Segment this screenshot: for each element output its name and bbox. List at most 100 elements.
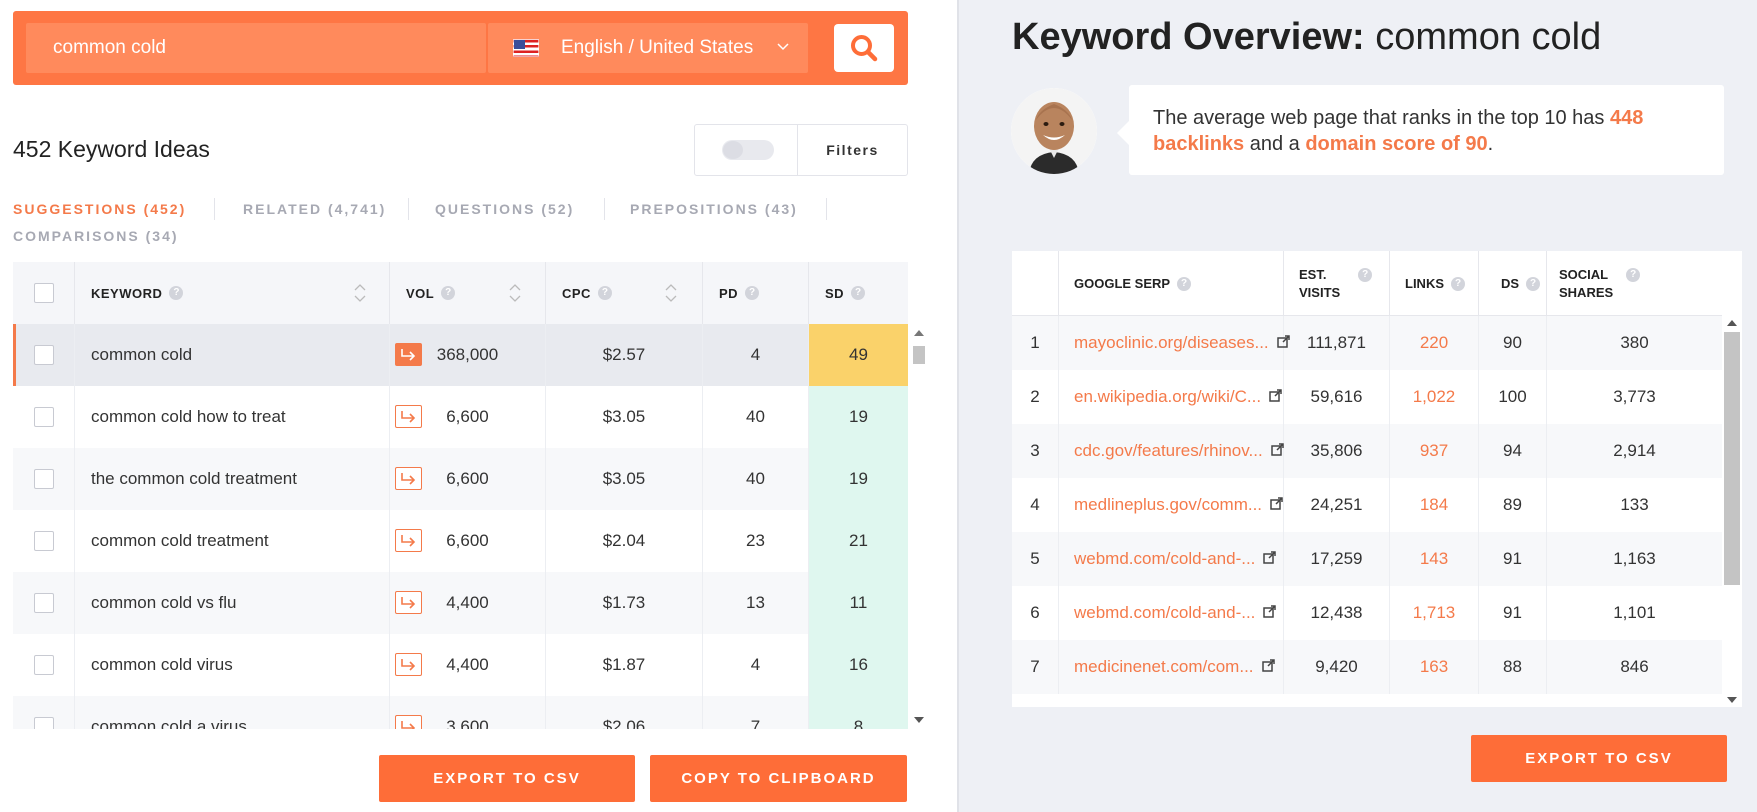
visits-cell: 17,259	[1284, 532, 1390, 586]
row-checkbox-cell	[13, 386, 75, 448]
help-icon[interactable]: ?	[745, 286, 760, 300]
export-csv-button[interactable]: EXPORT TO CSV	[379, 755, 635, 802]
links-cell[interactable]: 937	[1390, 424, 1479, 478]
row-checkbox[interactable]	[33, 655, 54, 675]
external-link-icon[interactable]	[1254, 657, 1275, 677]
row-checkbox[interactable]	[33, 469, 54, 489]
keyword-text[interactable]: common cold treatment	[91, 531, 269, 551]
row-checkbox[interactable]	[33, 345, 54, 365]
tab-comparisons[interactable]: COMPARISONS (34)	[13, 228, 179, 244]
sort-icon[interactable]	[353, 281, 367, 305]
table-row[interactable]: common cold how to treat 6,600 $3.05 40 19	[13, 386, 908, 448]
links-cell[interactable]: 184	[1390, 478, 1479, 532]
tab-related[interactable]: RELATED (4,741)	[243, 201, 386, 217]
keyword-column-header[interactable]: KEYWORD?	[75, 262, 390, 324]
search-button[interactable]	[834, 24, 894, 72]
table-row[interactable]: common cold vs flu 4,400 $1.73 13 11	[13, 572, 908, 634]
tab-suggestions[interactable]: SUGGESTIONS (452)	[13, 201, 186, 217]
scroll-up-arrow[interactable]	[1727, 320, 1737, 326]
serp-url-cell: mayoclinic.org/diseases...	[1059, 316, 1290, 370]
row-checkbox-cell	[13, 696, 75, 729]
export-serp-csv-button[interactable]: EXPORT TO CSV	[1471, 735, 1727, 782]
row-checkbox-cell	[13, 510, 75, 572]
table-row[interactable]: the common cold treatment 6,600 $3.05 40 19	[13, 448, 908, 510]
row-checkbox[interactable]	[33, 593, 54, 613]
links-cell[interactable]: 1,713	[1390, 586, 1479, 640]
sd-cell: 16	[809, 634, 908, 696]
filter-toggle[interactable]	[722, 140, 774, 160]
help-icon[interactable]: ?	[169, 286, 184, 300]
keyword-text[interactable]: common cold a virus	[91, 717, 247, 729]
sort-icon[interactable]	[664, 281, 678, 305]
row-checkbox[interactable]	[33, 717, 54, 729]
external-link-icon[interactable]	[1261, 387, 1282, 407]
serp-url-link[interactable]: webmd.com/cold-and-...	[1074, 603, 1255, 623]
help-icon[interactable]: ?	[441, 286, 456, 300]
keyword-text[interactable]: the common cold treatment	[91, 469, 297, 489]
pd-header-label: PD	[719, 285, 739, 301]
table-row[interactable]: common cold virus 4,400 $1.87 4 16	[13, 634, 908, 696]
cpc-cell: $1.73	[546, 572, 703, 634]
serp-row: 1 mayoclinic.org/diseases... 111,871 220 90 3…	[1012, 316, 1722, 370]
links-cell[interactable]: 163	[1390, 640, 1479, 694]
ds-cell: 91	[1479, 532, 1547, 586]
pd-cell: 40	[703, 386, 809, 448]
serp-url-link[interactable]: medlineplus.gov/comm...	[1074, 495, 1262, 515]
volume-column-header[interactable]: VOL?	[390, 262, 546, 324]
links-cell[interactable]: 220	[1390, 316, 1479, 370]
row-checkbox[interactable]	[33, 407, 54, 427]
table-row[interactable]: common cold a virus 3,600 $2.06 7 8	[13, 696, 908, 729]
help-icon[interactable]: ?	[1626, 267, 1641, 282]
links-cell[interactable]: 1,022	[1390, 370, 1479, 424]
serp-url-link[interactable]: webmd.com/cold-and-...	[1074, 549, 1255, 569]
external-link-icon[interactable]	[1255, 549, 1277, 569]
table-row[interactable]: common cold 368,000 $2.57 4 49	[13, 324, 908, 386]
keyword-text[interactable]: common cold vs flu	[91, 593, 237, 613]
help-icon[interactable]: ?	[597, 286, 612, 300]
keyword-text[interactable]: common cold virus	[91, 655, 233, 675]
keyword-text[interactable]: common cold	[91, 345, 192, 365]
tab-prepositions[interactable]: PREPOSITIONS (43)	[630, 201, 798, 217]
sort-icon[interactable]	[508, 281, 522, 305]
filter-toggle-area	[695, 125, 798, 175]
cpc-column-header[interactable]: CPC?	[546, 262, 703, 324]
filters-button[interactable]: Filters	[798, 125, 907, 175]
scroll-up-arrow[interactable]	[914, 330, 924, 336]
cpc-cell: $1.87	[546, 634, 703, 696]
scroll-down-arrow[interactable]	[1727, 697, 1737, 703]
serp-url-link[interactable]: en.wikipedia.org/wiki/C...	[1074, 387, 1261, 407]
keyword-text[interactable]: common cold how to treat	[91, 407, 286, 427]
search-input[interactable]	[26, 23, 486, 73]
pd-column-header[interactable]: PD?	[703, 262, 809, 324]
tab-questions[interactable]: QUESTIONS (52)	[435, 201, 574, 217]
ds-cell: 91	[1479, 586, 1547, 640]
table-row[interactable]: common cold treatment 6,600 $2.04 23 21	[13, 510, 908, 572]
serp-url-link[interactable]: mayoclinic.org/diseases...	[1074, 333, 1269, 353]
sd-cell: 49	[809, 324, 908, 386]
serp-url-cell: webmd.com/cold-and-...	[1059, 586, 1284, 640]
help-icon[interactable]: ?	[1177, 276, 1192, 291]
help-icon[interactable]: ?	[1526, 276, 1541, 291]
row-checkbox[interactable]	[33, 531, 54, 551]
serp-table-scrollbar[interactable]	[1722, 316, 1742, 707]
help-icon[interactable]: ?	[1451, 276, 1465, 291]
external-link-icon[interactable]	[1262, 495, 1283, 515]
help-icon[interactable]: ?	[1358, 267, 1373, 282]
sd-column-header[interactable]: SD?	[809, 262, 908, 324]
pd-cell: 13	[703, 572, 809, 634]
help-icon[interactable]: ?	[851, 286, 866, 300]
scroll-thumb[interactable]	[913, 346, 925, 364]
pd-cell: 7	[703, 696, 809, 729]
sd-cell: 21	[809, 510, 908, 572]
serp-url-link[interactable]: medicinenet.com/com...	[1074, 657, 1254, 677]
language-select[interactable]: English / United States	[488, 23, 808, 73]
scroll-down-arrow[interactable]	[914, 717, 924, 723]
external-link-icon[interactable]	[1255, 603, 1277, 623]
external-link-icon[interactable]	[1263, 441, 1284, 461]
copy-to-clipboard-button[interactable]: COPY TO CLIPBOARD	[650, 755, 907, 802]
links-cell[interactable]: 143	[1390, 532, 1479, 586]
scroll-thumb[interactable]	[1724, 332, 1740, 585]
keyword-table-scrollbar[interactable]	[908, 324, 929, 729]
serp-url-link[interactable]: cdc.gov/features/rhinov...	[1074, 441, 1263, 461]
select-all-checkbox[interactable]	[33, 283, 54, 303]
